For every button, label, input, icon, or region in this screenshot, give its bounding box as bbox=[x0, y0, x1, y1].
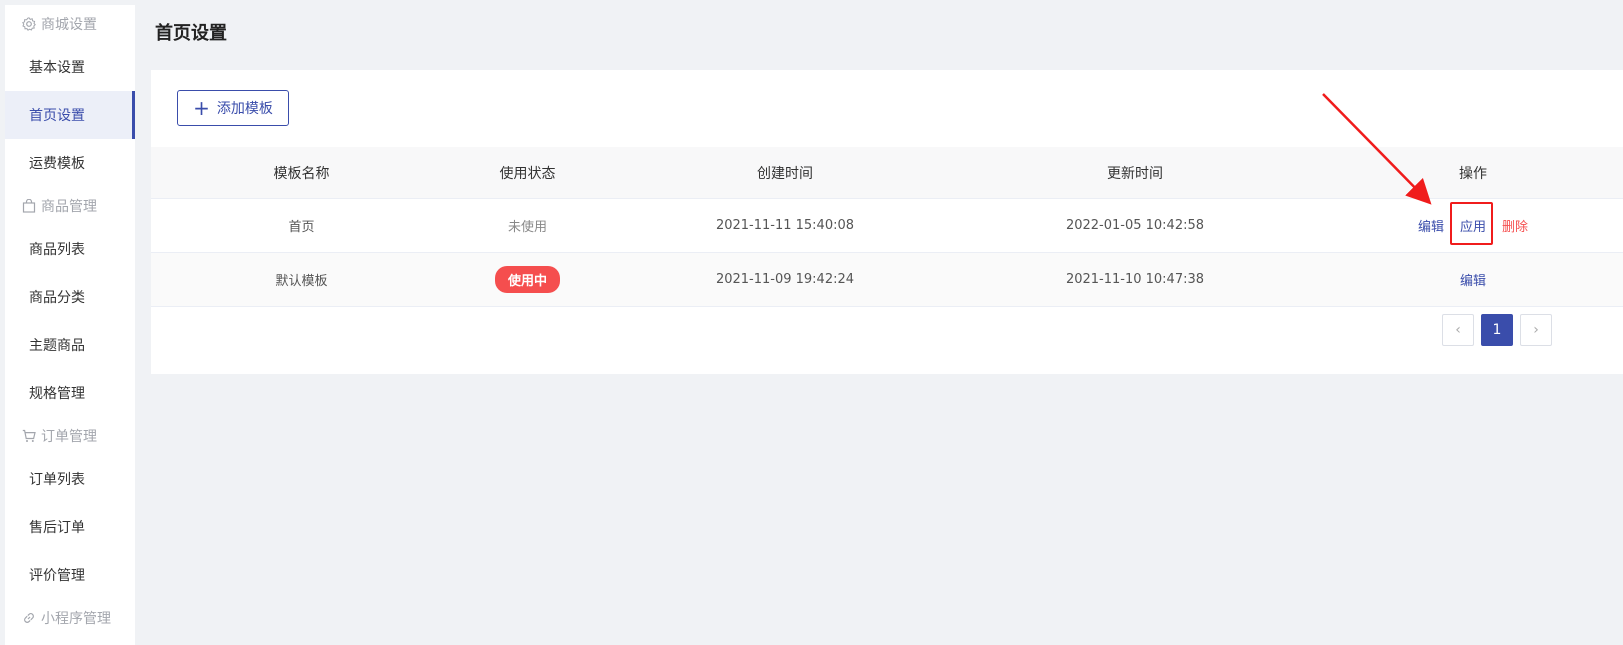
gear-icon bbox=[22, 17, 36, 31]
cell-created-time: 2021-11-11 15:40:08 bbox=[715, 218, 855, 233]
sidebar: 商城设置 基本设置 首页设置 运费模板 商品管理 商品列表 商品分类 主题商品 … bbox=[5, 5, 135, 645]
sidebar-group-title: 订单管理 bbox=[41, 429, 97, 445]
cart-icon bbox=[22, 429, 36, 443]
table-row: 默认模板 使用中 2021-11-09 19:42:24 2021-11-10 … bbox=[151, 253, 1623, 307]
cell-template-name: 首页 bbox=[288, 220, 315, 235]
prev-page-button[interactable]: ‹ bbox=[1442, 314, 1474, 346]
status-badge: 使用中 bbox=[494, 266, 560, 293]
header-updated-time: 更新时间 bbox=[1107, 165, 1163, 182]
header-created-time: 创建时间 bbox=[757, 165, 813, 182]
header-template-name: 模板名称 bbox=[273, 165, 330, 182]
cell-created-time: 2021-11-09 19:42:24 bbox=[715, 272, 855, 287]
pagination: ‹ 1 › bbox=[1442, 314, 1552, 346]
sidebar-item-goods-list[interactable]: 商品列表 bbox=[5, 225, 135, 273]
annotation-highlight-box bbox=[1449, 202, 1493, 245]
delete-link[interactable]: 删除 bbox=[1502, 216, 1528, 235]
sidebar-item-shipping-template[interactable]: 运费模板 bbox=[5, 139, 135, 187]
cell-actions: 编辑 bbox=[1353, 270, 1593, 289]
sidebar-group-goods: 商品管理 bbox=[5, 187, 135, 225]
cell-status: 未使用 bbox=[507, 220, 547, 235]
template-panel: + 添加模板 模板名称 使用状态 创建时间 更新时间 操作 首页 未使用 202… bbox=[151, 70, 1623, 374]
next-page-button[interactable]: › bbox=[1520, 314, 1552, 346]
sidebar-item-after-sale-orders[interactable]: 售后订单 bbox=[5, 503, 135, 551]
sidebar-group-mall-settings: 商城设置 bbox=[5, 5, 135, 43]
sidebar-item-order-list[interactable]: 订单列表 bbox=[5, 455, 135, 503]
add-template-button[interactable]: + 添加模板 bbox=[177, 90, 289, 126]
sidebar-item-review-management[interactable]: 评价管理 bbox=[5, 551, 135, 599]
apply-link-wrapper: 应用 bbox=[1449, 202, 1493, 245]
sidebar-item-spec-management[interactable]: 规格管理 bbox=[5, 369, 135, 417]
header-status: 使用状态 bbox=[499, 165, 556, 182]
table-header: 模板名称 使用状态 创建时间 更新时间 操作 bbox=[151, 147, 1623, 199]
cell-template-name: 默认模板 bbox=[275, 274, 328, 289]
cell-status: 使用中 bbox=[440, 266, 615, 293]
add-template-label: 添加模板 bbox=[216, 101, 273, 117]
cell-actions: 编辑 应用 删除 bbox=[1353, 202, 1593, 245]
header-actions: 操作 bbox=[1459, 165, 1487, 182]
edit-link[interactable]: 编辑 bbox=[1418, 216, 1444, 235]
link-icon bbox=[22, 611, 36, 625]
edit-link[interactable]: 编辑 bbox=[1460, 270, 1486, 289]
sidebar-group-title: 小程序管理 bbox=[41, 611, 111, 627]
cell-updated-time: 2021-11-10 10:47:38 bbox=[1065, 272, 1205, 287]
plus-icon: + bbox=[193, 96, 210, 120]
cell-updated-time: 2022-01-05 10:42:58 bbox=[1065, 218, 1205, 233]
page-title: 首页设置 bbox=[155, 23, 227, 44]
template-table: 模板名称 使用状态 创建时间 更新时间 操作 首页 未使用 2021-11-11… bbox=[151, 147, 1623, 307]
sidebar-group-mini-program: 小程序管理 bbox=[5, 599, 135, 637]
sidebar-group-title: 商城设置 bbox=[41, 17, 97, 33]
shopping-bag-icon bbox=[22, 199, 36, 213]
sidebar-item-theme-goods[interactable]: 主题商品 bbox=[5, 321, 135, 369]
sidebar-group-orders: 订单管理 bbox=[5, 417, 135, 455]
sidebar-item-goods-category[interactable]: 商品分类 bbox=[5, 273, 135, 321]
table-row: 首页 未使用 2021-11-11 15:40:08 2022-01-05 10… bbox=[151, 199, 1623, 253]
page-number-current[interactable]: 1 bbox=[1481, 314, 1513, 346]
sidebar-group-title: 商品管理 bbox=[41, 199, 97, 215]
sidebar-item-basic-settings[interactable]: 基本设置 bbox=[5, 43, 135, 91]
sidebar-item-home-settings[interactable]: 首页设置 bbox=[5, 91, 135, 139]
